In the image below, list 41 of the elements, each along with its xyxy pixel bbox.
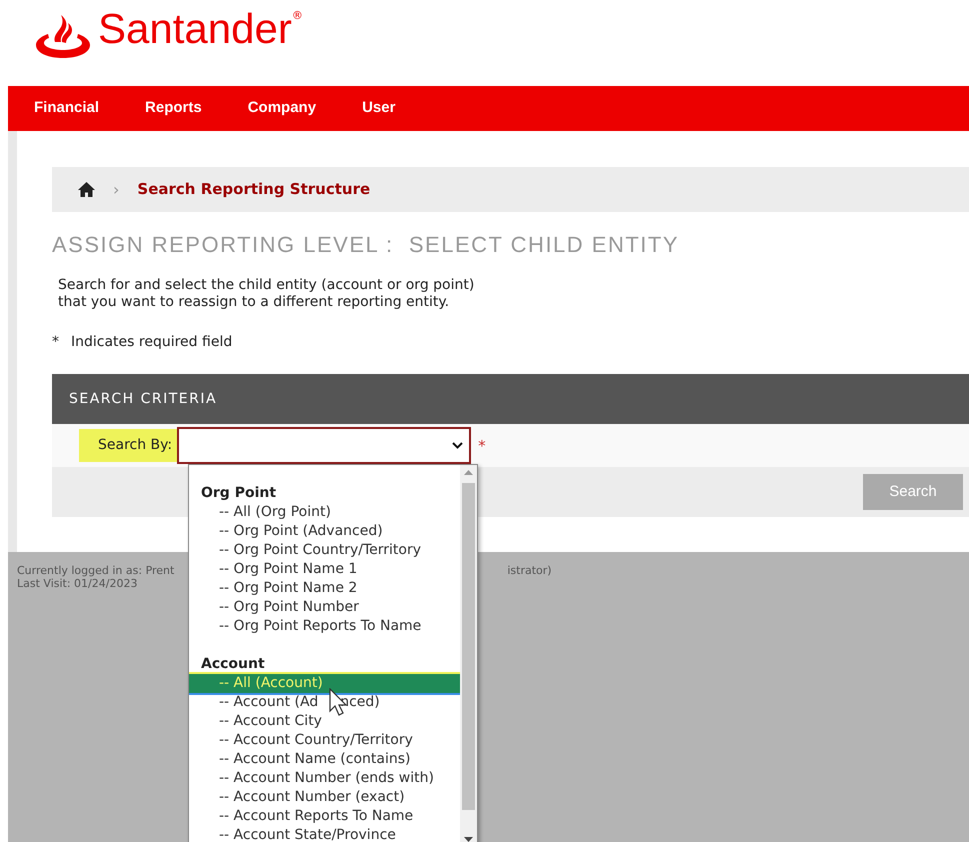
dropdown-option[interactable]: -- Org Point Country/Territory xyxy=(189,541,460,560)
description-text: Search for and select the child entity (account or org point) that you want to reassign to a different reporting entity. xyxy=(58,277,476,312)
required-asterisk: * xyxy=(478,436,486,457)
dropdown-option[interactable]: -- Org Point (Advanced) xyxy=(189,522,460,541)
scroll-thumb[interactable] xyxy=(462,483,475,810)
required-note: Indicates required field xyxy=(71,333,232,352)
dropdown-option[interactable]: -- Org Point Reports To Name xyxy=(189,617,460,636)
dropdown-option[interactable]: -- Org Point Name 1 xyxy=(189,560,460,579)
login-text: istrator) xyxy=(507,564,552,577)
dropdown-option[interactable]: -- Account State/Province xyxy=(189,826,460,842)
dropdown-option[interactable]: -- Org Point Number xyxy=(189,598,460,617)
home-icon[interactable] xyxy=(78,182,95,197)
chevron-down-icon xyxy=(452,442,464,450)
breadcrumb-link[interactable]: Search Reporting Structure xyxy=(137,178,370,201)
dropdown-option[interactable]: -- All (Account) xyxy=(189,674,460,693)
option-group-label: Org Point xyxy=(200,484,278,503)
dropdown-option[interactable]: -- Account Country/Territory xyxy=(189,731,460,750)
last-visit-text: Last Visit: 01/24/2023 xyxy=(17,577,138,590)
required-asterisk: * xyxy=(52,333,59,352)
dropdown-option[interactable]: -- Account Number (ends with) xyxy=(189,769,460,788)
search-by-select[interactable] xyxy=(177,427,472,464)
nav-link[interactable]: User xyxy=(362,97,418,120)
section-header: SEARCH CRITERIA xyxy=(52,374,969,424)
dropdown-option[interactable]: -- Account Name (contains) xyxy=(189,750,460,769)
nav-link[interactable]: Reports xyxy=(145,97,225,120)
dropdown-option[interactable]: -- Account Number (exact) xyxy=(189,788,460,807)
dropdown-option[interactable]: -- Account City xyxy=(189,712,460,731)
nav-link[interactable]: Company xyxy=(248,97,340,120)
option-group-label: Account xyxy=(200,655,266,674)
nav-link[interactable]: Financial xyxy=(34,97,122,120)
registered-mark: ® xyxy=(292,8,303,24)
scrollbar[interactable] xyxy=(460,465,477,842)
brand-name: Santander xyxy=(98,8,292,50)
scroll-down-icon[interactable] xyxy=(464,837,473,842)
dropdown-option[interactable]: -- Account Reports To Name xyxy=(189,807,460,826)
dropdown-option[interactable]: -- All (Org Point) xyxy=(189,503,460,522)
field-label: Search By: xyxy=(79,429,178,462)
dropdown-option[interactable]: -- Org Point Name 2 xyxy=(189,579,460,598)
breadcrumb-separator: › xyxy=(113,178,120,200)
page-title: ASSIGN REPORTING LEVEL : SELECT CHILD ENTITY xyxy=(52,232,680,258)
login-text: Currently logged in as: Prent xyxy=(17,564,174,577)
